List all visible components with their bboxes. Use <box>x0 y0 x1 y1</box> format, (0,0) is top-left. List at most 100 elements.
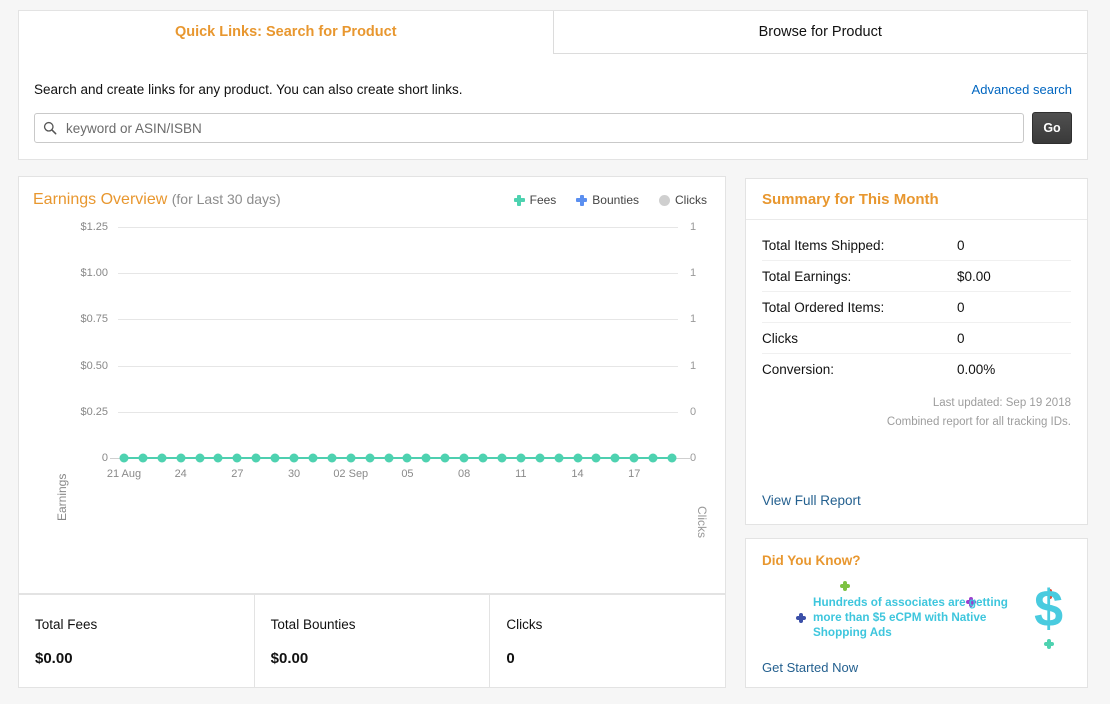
total-value: 0 <box>506 650 725 667</box>
chart-data-point[interactable] <box>630 454 639 463</box>
chart-data-point[interactable] <box>308 454 317 463</box>
summary-value: 0.00% <box>957 362 1071 377</box>
chart-data-point[interactable] <box>611 454 620 463</box>
legend-item-fees[interactable]: Fees <box>514 193 557 207</box>
search-input[interactable] <box>64 114 1015 142</box>
summary-key: Total Earnings: <box>762 269 957 284</box>
dollar-sign-icon: $ <box>1034 583 1063 635</box>
chart-x-tick: 30 <box>288 468 300 480</box>
chart-data-point[interactable] <box>195 454 204 463</box>
chart-data-point[interactable] <box>460 454 469 463</box>
chart-data-point[interactable] <box>497 454 506 463</box>
quick-links-body: Search and create links for any product.… <box>19 54 1087 159</box>
promo-text: Hundreds of associates are getting more … <box>813 595 1033 640</box>
chart-data-point[interactable] <box>327 454 336 463</box>
chart-y-tick: $0.50 <box>56 360 108 372</box>
legend-label: Bounties <box>592 193 639 207</box>
chart-data-point[interactable] <box>157 454 166 463</box>
chart-y-tick: $1.25 <box>56 221 108 233</box>
quick-links-card: Quick Links: Search for Product Browse f… <box>18 10 1088 160</box>
total-fees-cell: Total Fees $0.00 <box>19 595 255 687</box>
chart-data-point[interactable] <box>138 454 147 463</box>
summary-card: Summary for This Month Total Items Shipp… <box>745 178 1088 525</box>
total-value: $0.00 <box>271 650 490 667</box>
search-box[interactable] <box>34 113 1024 143</box>
summary-value: $0.00 <box>957 269 1071 284</box>
legend-label: Clicks <box>675 193 707 207</box>
quick-links-tabs: Quick Links: Search for Product Browse f… <box>19 11 1087 54</box>
clicks-marker-icon <box>659 195 670 206</box>
chart-y-tick: $0.75 <box>56 313 108 325</box>
chart-gridline <box>118 412 678 413</box>
summary-row: Total Items Shipped: 0 <box>762 230 1071 261</box>
chart-data-point[interactable] <box>403 454 412 463</box>
chart-x-tick: 27 <box>231 468 243 480</box>
chart-data-point[interactable] <box>441 454 450 463</box>
chart-data-point[interactable] <box>365 454 374 463</box>
legend-item-bounties[interactable]: Bounties <box>576 193 639 207</box>
summary-row: Total Earnings: $0.00 <box>762 261 1071 292</box>
chart-data-point[interactable] <box>120 454 129 463</box>
chart-x-tick: 24 <box>175 468 187 480</box>
chart-data-point[interactable] <box>384 454 393 463</box>
chart-x-tick: 08 <box>458 468 470 480</box>
chart-data-point[interactable] <box>176 454 185 463</box>
chart-x-tick: 02 Sep <box>333 468 368 480</box>
sparkle-icon <box>840 581 850 591</box>
total-clicks-cell: Clicks 0 <box>490 595 725 687</box>
earnings-title-sub: (for Last 30 days) <box>172 191 281 207</box>
tab-search-for-product[interactable]: Quick Links: Search for Product <box>19 11 553 54</box>
chart-data-point[interactable] <box>516 454 525 463</box>
chart-y-tick: $0.25 <box>56 406 108 418</box>
chart-data-point[interactable] <box>592 454 601 463</box>
promo-artwork: Hundreds of associates are getting more … <box>756 581 1081 649</box>
earnings-totals-row: Total Fees $0.00 Total Bounties $0.00 Cl… <box>18 594 726 688</box>
chart-y2-tick: 0 <box>690 452 710 464</box>
chart-data-point[interactable] <box>668 454 677 463</box>
chart-y2-tick: 1 <box>690 221 710 233</box>
chart-data-point[interactable] <box>290 454 299 463</box>
earnings-title: Earnings Overview (for Last 30 days) <box>33 191 281 209</box>
go-button[interactable]: Go <box>1032 112 1072 144</box>
chart-data-point[interactable] <box>214 454 223 463</box>
chart-gridline <box>118 273 678 274</box>
earnings-chart: Earnings Clicks 00$0.250$0.501$0.751$1.0… <box>19 221 725 595</box>
chart-x-tick: 21 Aug <box>107 468 141 480</box>
chart-data-point[interactable] <box>422 454 431 463</box>
get-started-now-link[interactable]: Get Started Now <box>762 660 858 675</box>
earnings-overview-card: Earnings Overview (for Last 30 days) Fee… <box>18 176 726 594</box>
chart-series-line-fees <box>124 457 672 459</box>
chart-y-axis-label: Earnings <box>55 474 69 521</box>
earnings-title-main: Earnings Overview <box>33 191 167 208</box>
sparkle-icon <box>796 613 804 621</box>
total-label: Clicks <box>506 617 725 632</box>
associates-dashboard-page: Quick Links: Search for Product Browse f… <box>0 0 1110 704</box>
chart-data-point[interactable] <box>346 454 355 463</box>
chart-y-tick: $1.00 <box>56 267 108 279</box>
chart-data-point[interactable] <box>479 454 488 463</box>
search-row: Go <box>34 113 1072 143</box>
chart-y2-tick: 1 <box>690 360 710 372</box>
chart-data-point[interactable] <box>554 454 563 463</box>
chart-data-point[interactable] <box>233 454 242 463</box>
legend-item-clicks[interactable]: Clicks <box>659 193 707 207</box>
fees-marker-icon <box>514 195 525 206</box>
view-full-report-link[interactable]: View Full Report <box>762 493 861 508</box>
tab-browse-for-product[interactable]: Browse for Product <box>553 11 1088 54</box>
chart-data-point[interactable] <box>252 454 261 463</box>
chart-y2-axis-label: Clicks <box>695 506 709 538</box>
chart-data-point[interactable] <box>271 454 280 463</box>
summary-meta: Last updated: Sep 19 2018 Combined repor… <box>887 394 1071 432</box>
summary-table: Total Items Shipped: 0 Total Earnings: $… <box>746 220 1087 384</box>
summary-row: Conversion: 0.00% <box>762 354 1071 384</box>
legend-label: Fees <box>530 193 557 207</box>
summary-value: 0 <box>957 300 1071 315</box>
chart-x-tick: 05 <box>401 468 413 480</box>
chart-data-point[interactable] <box>573 454 582 463</box>
combined-report-note: Combined report for all tracking IDs. <box>887 413 1071 432</box>
chart-x-tick: 14 <box>571 468 583 480</box>
did-you-know-title: Did You Know? <box>762 553 861 568</box>
chart-data-point[interactable] <box>535 454 544 463</box>
advanced-search-link[interactable]: Advanced search <box>972 82 1072 97</box>
chart-data-point[interactable] <box>649 454 658 463</box>
